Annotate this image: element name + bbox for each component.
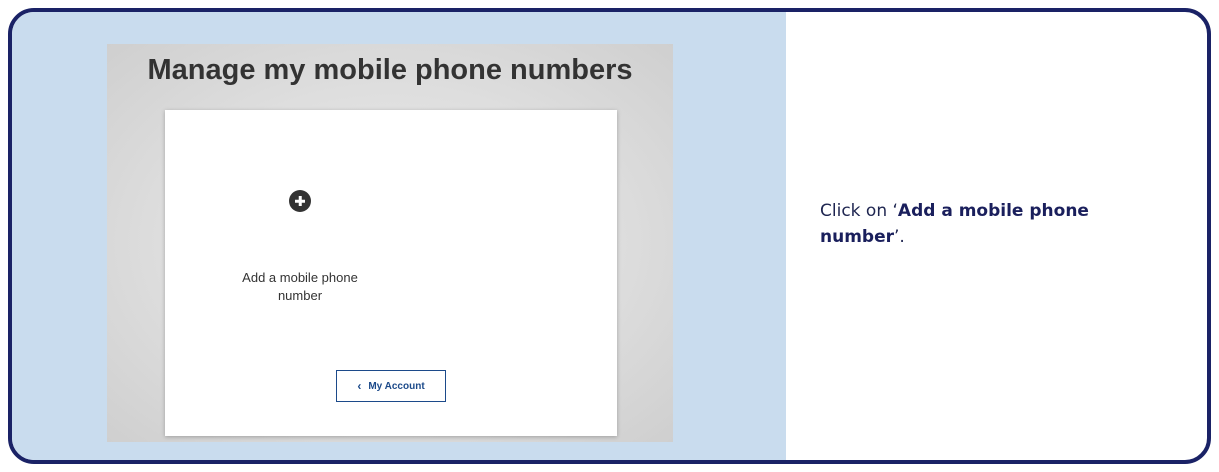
screenshot-panel: Manage my mobile phone numbers Add a mob… — [12, 12, 786, 460]
chevron-left-icon: ‹ — [357, 379, 362, 393]
add-mobile-number-label[interactable]: Add a mobile phone number — [220, 269, 380, 305]
instruction-text: Click on ‘Add a mobile phone number’. — [820, 198, 1120, 250]
plus-circle-icon[interactable] — [289, 190, 311, 212]
phone-numbers-card: Add a mobile phone number ‹ My Account — [165, 110, 617, 436]
page-title: Manage my mobile phone numbers — [147, 54, 633, 86]
my-account-button[interactable]: ‹ My Account — [336, 370, 446, 402]
embedded-screenshot: Manage my mobile phone numbers Add a mob… — [107, 44, 673, 442]
my-account-label: My Account — [368, 380, 425, 392]
instruction-prefix: Click on ‘ — [820, 201, 898, 221]
add-mobile-number-option[interactable]: Add a mobile phone number — [185, 190, 415, 305]
instruction-suffix: ’. — [894, 227, 905, 247]
